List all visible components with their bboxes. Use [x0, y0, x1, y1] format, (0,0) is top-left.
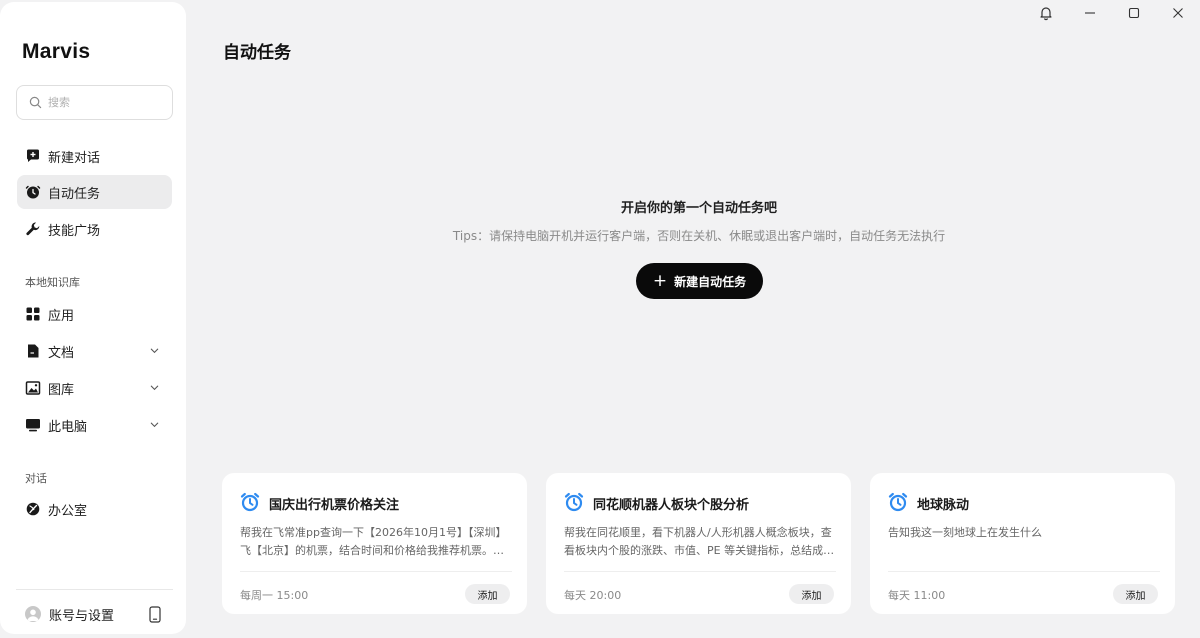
- card-schedule: 每天 11:00: [888, 589, 946, 602]
- minimize-button[interactable]: [1068, 0, 1112, 26]
- chat-plus-icon: [25, 148, 41, 164]
- dialog-section-label: 对话: [25, 472, 47, 485]
- search-input[interactable]: [48, 96, 158, 109]
- card-title: 同花顺机器人板块个股分析: [593, 498, 750, 513]
- card-description: 帮我在同花顺里，看下机器人/人形机器人概念板块，查看板块内个股的涨跌、市值、PE…: [564, 526, 835, 557]
- close-icon: [1173, 8, 1183, 18]
- nav-documents[interactable]: 文档: [17, 334, 172, 368]
- sidebar: Marvis 新建对话 自动任务: [0, 2, 186, 634]
- office-icon: [25, 501, 41, 517]
- empty-state-tips: Tips：请保持电脑开机并运行客户端，否则在关机、休眠或退出客户端时，自动任务无…: [452, 229, 946, 243]
- nav-skills[interactable]: 技能广场: [17, 212, 172, 246]
- search-icon: [29, 96, 42, 109]
- nav-this-pc[interactable]: 此电脑: [17, 408, 172, 442]
- card-divider: [888, 571, 1160, 572]
- nav-skills-label: 技能广场: [48, 223, 101, 239]
- card-divider: [240, 571, 512, 572]
- alarm-clock-icon: [564, 492, 584, 512]
- nav-gallery[interactable]: 图库: [17, 371, 172, 405]
- chevron-down-icon[interactable]: [149, 382, 160, 393]
- nav-auto-tasks-label: 自动任务: [48, 186, 101, 202]
- image-icon: [25, 380, 41, 396]
- add-template-button[interactable]: 添加: [465, 584, 510, 604]
- nav-documents-label: 文档: [48, 345, 75, 361]
- nav-this-pc-label: 此电脑: [48, 419, 88, 435]
- sidebar-divider: [16, 589, 173, 590]
- card-schedule: 每天 20:00: [564, 589, 622, 602]
- clock-icon: [25, 184, 41, 200]
- search-box[interactable]: [16, 85, 173, 120]
- page-title: 自动任务: [223, 43, 291, 63]
- card-title: 国庆出行机票价格关注: [269, 498, 400, 513]
- window-controls: [1024, 0, 1200, 26]
- card-description: 帮我在飞常准pp查询一下【2026年10月1号】【深圳】飞【北京】的机票，结合时…: [240, 526, 507, 557]
- alarm-clock-icon: [240, 492, 260, 512]
- nav-office[interactable]: 办公室: [17, 492, 172, 526]
- card-divider: [564, 571, 836, 572]
- nav-auto-tasks[interactable]: 自动任务: [17, 175, 172, 209]
- new-auto-task-button[interactable]: + 新建自动任务: [636, 263, 763, 299]
- plus-icon: +: [652, 270, 668, 291]
- add-template-button[interactable]: 添加: [789, 584, 834, 604]
- account-settings-label: 账号与设置: [49, 608, 115, 624]
- chevron-down-icon[interactable]: [149, 345, 160, 356]
- card-schedule: 每周一 15:00: [240, 589, 309, 602]
- nav-office-label: 办公室: [48, 503, 88, 519]
- close-button[interactable]: [1156, 0, 1200, 26]
- knowledge-section-label: 本地知识库: [25, 276, 80, 289]
- minimize-icon: [1085, 12, 1095, 14]
- chevron-down-icon[interactable]: [149, 419, 160, 430]
- alarm-clock-icon: [888, 492, 908, 512]
- add-template-button[interactable]: 添加: [1113, 584, 1158, 604]
- nav-apps-label: 应用: [48, 308, 75, 324]
- maximize-icon: [1128, 7, 1140, 19]
- nav-gallery-label: 图库: [48, 382, 75, 398]
- new-auto-task-label: 新建自动任务: [674, 274, 747, 289]
- empty-state-title: 开启你的第一个自动任务吧: [620, 201, 777, 216]
- nav-new-chat-label: 新建对话: [48, 150, 101, 166]
- task-template-card[interactable]: 地球脉动 告知我这一刻地球上在发生什么 每天 11:00 添加: [870, 473, 1175, 614]
- monitor-icon: [25, 417, 41, 433]
- maximize-button[interactable]: [1112, 0, 1156, 26]
- app-logo: Marvis: [22, 40, 91, 63]
- mobile-device-button[interactable]: [147, 604, 163, 624]
- document-icon: [25, 343, 41, 359]
- account-settings-button[interactable]: 账号与设置: [17, 598, 137, 630]
- card-title: 地球脉动: [917, 498, 970, 513]
- wrench-icon: [25, 221, 41, 237]
- card-description: 告知我这一刻地球上在发生什么: [888, 526, 1042, 539]
- nav-apps[interactable]: 应用: [17, 297, 172, 331]
- avatar: [25, 606, 41, 622]
- task-template-card[interactable]: 国庆出行机票价格关注 帮我在飞常准pp查询一下【2026年10月1号】【深圳】飞…: [222, 473, 527, 614]
- phone-icon: [149, 605, 161, 623]
- bell-icon: [1040, 7, 1052, 21]
- grid-icon: [25, 306, 41, 322]
- nav-new-chat[interactable]: 新建对话: [17, 139, 172, 173]
- notification-button[interactable]: [1024, 0, 1068, 26]
- task-template-card[interactable]: 同花顺机器人板块个股分析 帮我在同花顺里，看下机器人/人形机器人概念板块，查看板…: [546, 473, 851, 614]
